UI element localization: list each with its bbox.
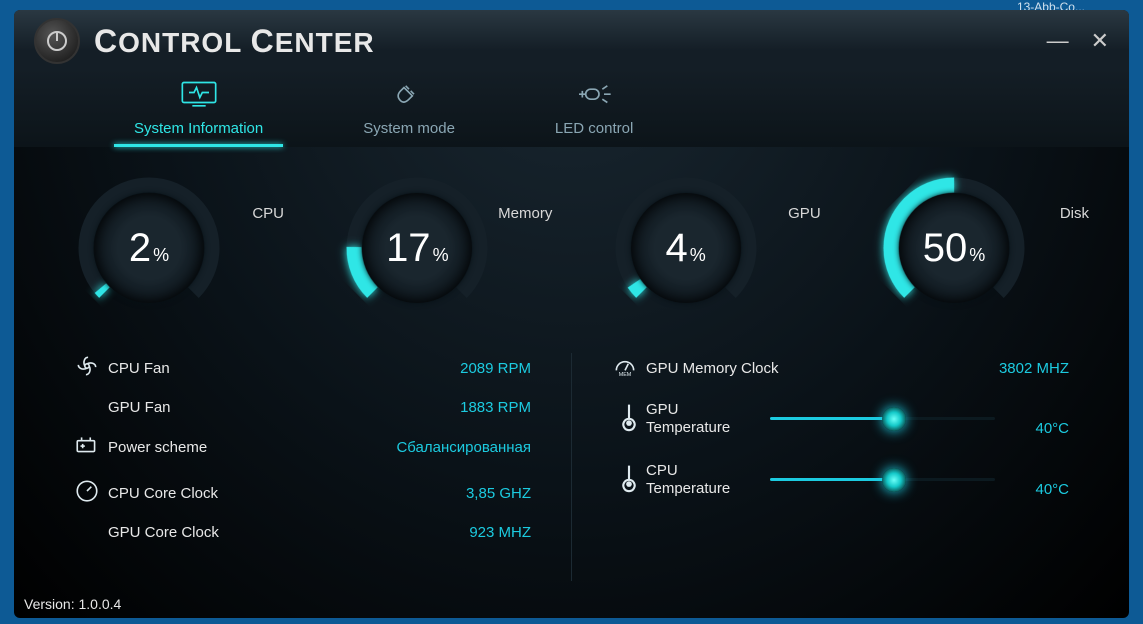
gauge-unit: % [433, 245, 449, 266]
gauge-unit: % [690, 245, 706, 266]
gpu-temp-slider[interactable] [770, 417, 995, 420]
tab-led-control[interactable]: LED control [525, 76, 663, 147]
tab-label: System mode [363, 120, 455, 137]
gauge-label: GPU [788, 205, 821, 222]
gauge-cpu: CPU 2 % [74, 173, 264, 323]
slider-label: CPUTemperature [646, 462, 756, 498]
control-center-window: CONTROL CENTER — ✕ System Information Sy… [14, 10, 1129, 618]
thermometer-icon [612, 460, 646, 499]
tab-system-information[interactable]: System Information [104, 76, 293, 147]
stats-right-column: MEM GPU Memory Clock 3802 MHZ GPUTempera… [572, 353, 1079, 581]
row-power-scheme: Power scheme Сбалансированная [74, 432, 531, 462]
row-gpu-memory-clock: MEM GPU Memory Clock 3802 MHZ [612, 353, 1069, 383]
slider-value: 40°C [1009, 481, 1069, 498]
led-icon [574, 80, 614, 114]
stat-label: GPU Core Clock [108, 524, 219, 541]
stats-area: CPU Fan 2089 RPM GPU Fan 1883 RPM Power … [64, 353, 1079, 581]
gauge-value: 4 [666, 226, 688, 271]
gauge-label: Memory [498, 205, 552, 222]
gauge-value: 2 [129, 226, 151, 271]
gauge-value: 17 [386, 226, 431, 271]
gauge-label: CPU [252, 205, 284, 222]
stat-label: CPU Fan [108, 360, 170, 377]
stats-left-column: CPU Fan 2089 RPM GPU Fan 1883 RPM Power … [64, 353, 572, 581]
gauge-label: Disk [1060, 205, 1089, 222]
footer-version: Version: 1.0.0.4 [14, 589, 1129, 618]
stat-value: 2089 RPM [460, 360, 531, 377]
close-button[interactable]: ✕ [1091, 28, 1109, 54]
slider-value: 40°C [1009, 420, 1069, 437]
stat-value: Сбалансированная [396, 439, 531, 456]
plug-icon [389, 80, 429, 114]
gauge-row: CPU 2 % Memory [64, 173, 1079, 353]
row-gpu-fan: GPU Fan 1883 RPM [74, 399, 531, 416]
thermometer-icon [612, 399, 646, 438]
battery-icon [74, 432, 108, 462]
cpu-temp-slider[interactable] [770, 478, 995, 481]
gauge-gpu: GPU 4 % [611, 173, 801, 323]
mem-gauge-icon: MEM [612, 353, 646, 383]
gauge-value: 50 [923, 226, 968, 271]
fan-icon [74, 353, 108, 383]
gauge-disk: Disk 50 % [879, 173, 1069, 323]
app-title: CONTROL CENTER [94, 23, 375, 60]
stat-value: 3,85 GHZ [466, 485, 531, 502]
stat-label: Power scheme [108, 439, 207, 456]
row-cpu-temperature: CPUTemperature 40°C [612, 460, 1069, 499]
row-gpu-core-clock: GPU Core Clock 923 MHZ [74, 524, 531, 541]
stat-label: CPU Core Clock [108, 485, 218, 502]
svg-text:MEM: MEM [619, 372, 632, 378]
row-cpu-core-clock: CPU Core Clock 3,85 GHZ [74, 478, 531, 508]
stat-value: 923 MHZ [469, 524, 531, 541]
stat-label: GPU Fan [108, 399, 171, 416]
tab-label: LED control [555, 120, 633, 137]
tab-bar: System Information System mode LED contr… [14, 68, 1129, 147]
gauge-icon [74, 478, 108, 508]
row-gpu-temperature: GPUTemperature 40°C [612, 399, 1069, 438]
tab-panel-system-information: CPU 2 % Memory [14, 147, 1129, 589]
slider-label: GPUTemperature [646, 401, 756, 437]
gauge-unit: % [153, 245, 169, 266]
minimize-button[interactable]: — [1047, 28, 1069, 54]
stat-label: GPU Memory Clock [646, 360, 779, 377]
gauge-memory: Memory 17 % [342, 173, 532, 323]
gauge-unit: % [969, 245, 985, 266]
tab-system-mode[interactable]: System mode [333, 76, 485, 147]
row-cpu-fan: CPU Fan 2089 RPM [74, 353, 531, 383]
app-logo-icon [34, 18, 80, 64]
stat-value: 1883 RPM [460, 399, 531, 416]
monitor-icon [179, 80, 219, 114]
titlebar: CONTROL CENTER — ✕ [14, 10, 1129, 68]
tab-label: System Information [134, 120, 263, 137]
stat-value: 3802 MHZ [999, 360, 1069, 377]
